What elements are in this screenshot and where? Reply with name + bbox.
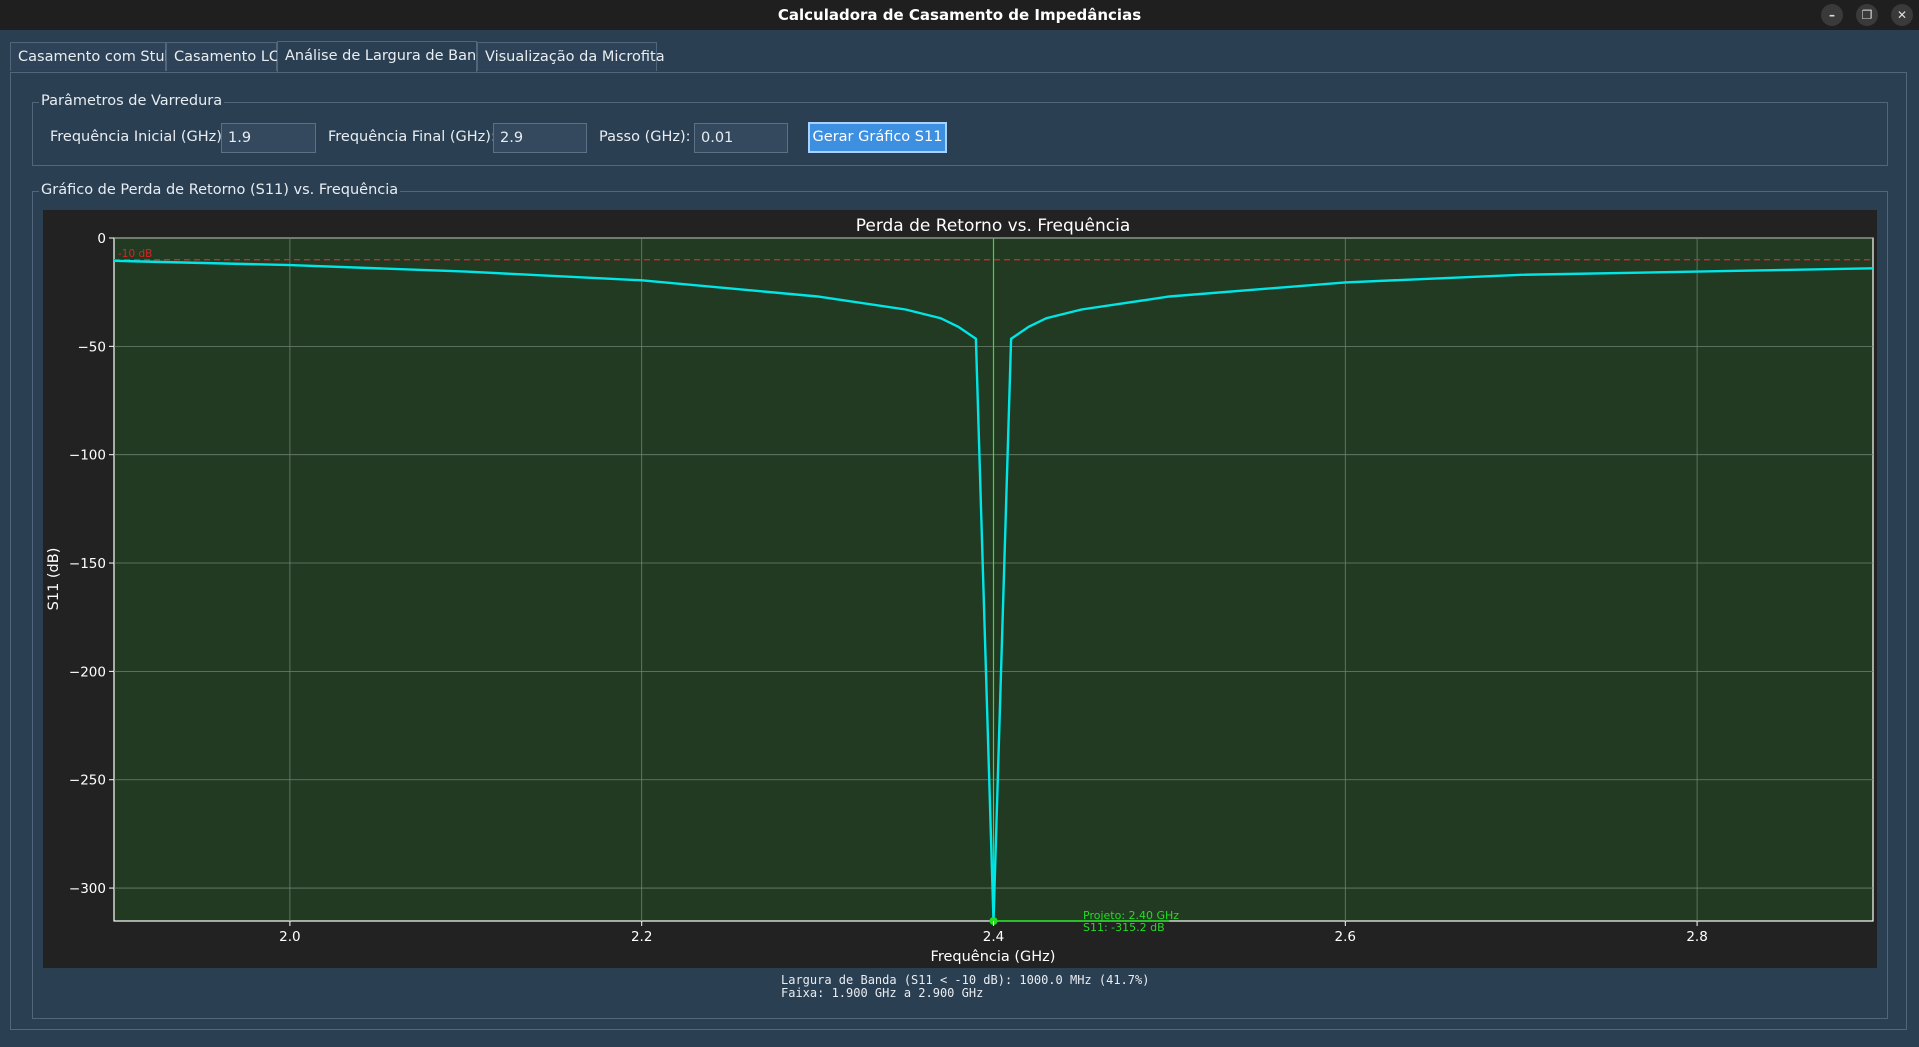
title-bar: Calculadora de Casamento de Impedâncias …: [0, 0, 1919, 30]
tab-microstrip-visualization[interactable]: Visualização da Microfita: [477, 42, 665, 71]
s11-chart-svg: 2.0 2.2 2.4 2.6 2.80−50−100−150−200−250−300 …: [46, 216, 1874, 965]
reference-line-label: -10 dB: [118, 248, 152, 260]
y-tick-label: −50: [78, 339, 107, 355]
window-title: Calculadora de Casamento de Impedâncias: [777, 6, 1142, 24]
annotation-s11: S11: -315.2 dB: [1083, 921, 1165, 934]
end-frequency-input[interactable]: [493, 123, 587, 153]
x-tick-label: 2.0: [279, 929, 300, 945]
step-label: Passo (GHz):: [599, 129, 691, 145]
bandwidth-result: Largura de Banda (S11 < -10 dB): 1000.0 …: [781, 973, 1150, 987]
bandwidth-range: Faixa: 1.900 GHz a 2.900 GHz: [781, 986, 984, 1000]
tab-stub-matching[interactable]: Casamento com Stub: [10, 42, 174, 71]
y-tick-label: −150: [69, 556, 106, 572]
y-tick-label: −300: [69, 881, 106, 897]
start-frequency-input[interactable]: [221, 123, 316, 153]
chart-title: Perda de Retorno vs. Frequência: [856, 216, 1131, 236]
x-tick-label: 2.8: [1686, 929, 1707, 945]
s11-chart: 2.0 2.2 2.4 2.6 2.8 0 −50 −100 −150 −200 −250 −300 …: [43, 210, 1877, 968]
y-tick-label: −200: [69, 664, 106, 680]
start-frequency-label: Frequência Inicial (GHz):: [50, 129, 227, 145]
sweep-group-title: Parâmetros de Varredura: [39, 93, 225, 109]
plot-group-title: Gráfico de Perda de Retorno (S11) vs. Fr…: [39, 182, 401, 198]
tab-lc-matching[interactable]: Casamento LC: [166, 42, 279, 71]
y-tick-label: −250: [69, 773, 106, 789]
x-axis-label: Frequência (GHz): [931, 949, 1056, 965]
end-frequency-label: Frequência Final (GHz):: [328, 129, 496, 145]
close-button[interactable]: ✕: [1891, 4, 1913, 26]
y-tick-label: −100: [69, 448, 106, 464]
x-tick-label: 2.6: [1335, 929, 1356, 945]
minimize-button[interactable]: –: [1821, 4, 1843, 26]
maximize-button[interactable]: ❐: [1856, 4, 1878, 26]
x-tick-label: 2.2: [631, 929, 652, 945]
y-axis-label: S11 (dB): [46, 548, 62, 611]
step-input[interactable]: [694, 123, 788, 153]
tab-bandwidth-analysis[interactable]: Análise de Largura de Banda: [277, 41, 494, 72]
generate-s11-button[interactable]: Gerar Gráfico S11: [808, 122, 947, 153]
y-tick-label: 0: [97, 231, 106, 247]
x-tick-label: 2.4: [983, 929, 1004, 945]
